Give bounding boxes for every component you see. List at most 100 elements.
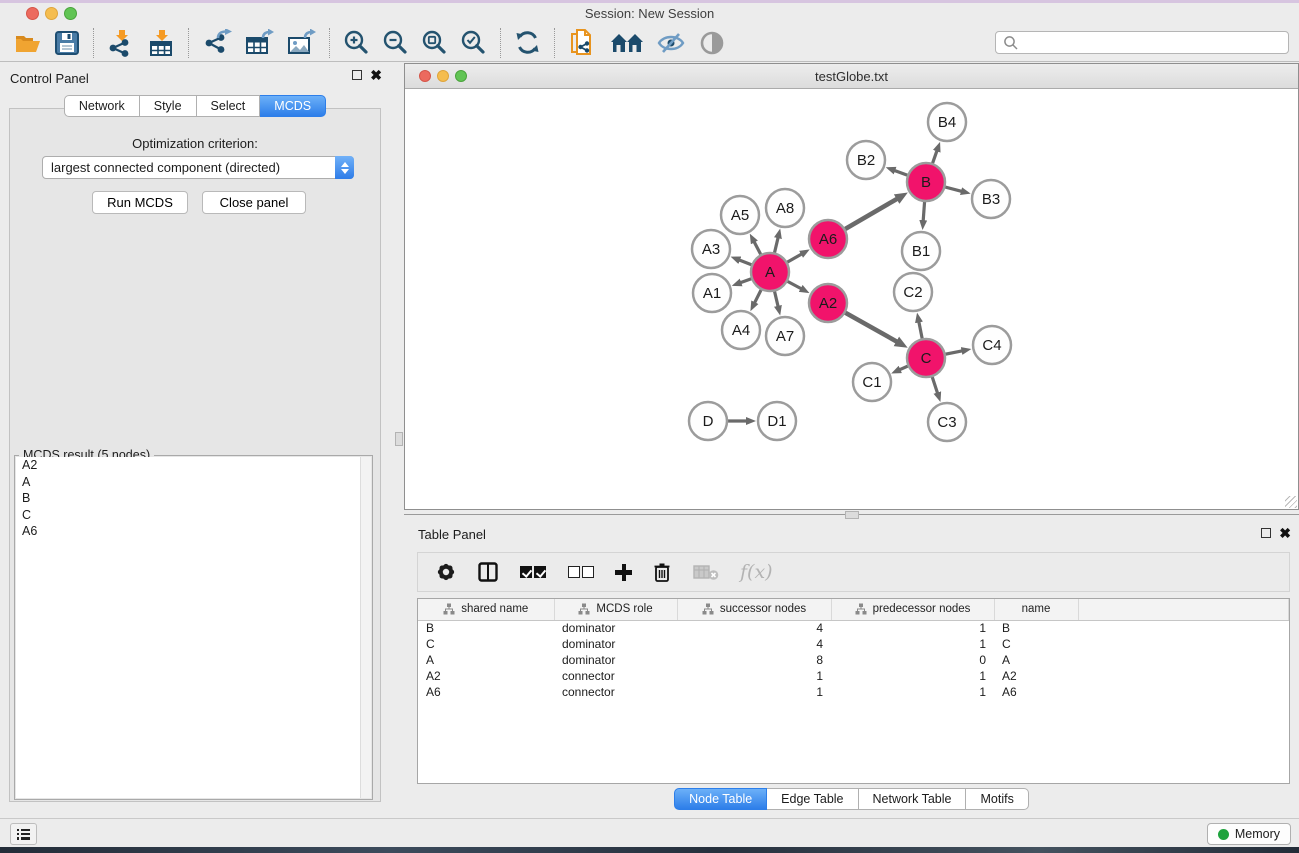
zoom-selected-button[interactable]: [454, 26, 493, 60]
tab-edge-table[interactable]: Edge Table: [767, 788, 858, 810]
clone-network-button[interactable]: [562, 26, 604, 60]
optimization-select[interactable]: largest connected component (directed): [42, 156, 354, 179]
table-cell[interactable]: 1: [831, 620, 994, 636]
graph-node-A7[interactable]: A7: [766, 317, 804, 355]
table-cell[interactable]: 8: [677, 652, 831, 668]
graph-node-B4[interactable]: B4: [928, 103, 966, 141]
show-column-button[interactable]: [472, 554, 504, 590]
search-input[interactable]: [1019, 33, 1288, 52]
table-cell[interactable]: B: [994, 620, 1078, 636]
window-resize-grip[interactable]: [1285, 496, 1297, 508]
run-mcds-button[interactable]: Run MCDS: [92, 191, 188, 214]
table-cell[interactable]: connector: [554, 684, 677, 700]
graph-node-A3[interactable]: A3: [692, 230, 730, 268]
table-row[interactable]: A6connector11A6: [418, 684, 1289, 700]
select-all-columns-button[interactable]: [514, 554, 552, 590]
mcds-result-item[interactable]: B: [16, 490, 371, 507]
open-session-button[interactable]: [8, 26, 48, 60]
close-panel-icon[interactable]: ✖: [370, 70, 382, 80]
table-cell[interactable]: A6: [994, 684, 1078, 700]
network-canvas[interactable]: B4B2BB3A8A5A6A3B1AC2A1A2A4A7C4CC1C3DD1: [405, 90, 1298, 509]
graph-node-A6[interactable]: A6: [809, 220, 847, 258]
graph-node-A4[interactable]: A4: [722, 311, 760, 349]
tab-style[interactable]: Style: [140, 95, 197, 117]
zoom-in-button[interactable]: [337, 26, 376, 60]
delete-table-button[interactable]: [687, 554, 725, 590]
float-table-panel-icon[interactable]: [1261, 528, 1271, 538]
table-cell[interactable]: connector: [554, 668, 677, 684]
home-view-button[interactable]: [604, 26, 650, 60]
column-header-name[interactable]: name: [994, 599, 1078, 620]
delete-column-button[interactable]: [647, 554, 677, 590]
table-cell[interactable]: dominator: [554, 620, 677, 636]
refresh-button[interactable]: [508, 26, 547, 60]
table-cell[interactable]: 1: [677, 684, 831, 700]
table-row[interactable]: Adominator80A: [418, 652, 1289, 668]
table-cell[interactable]: 1: [831, 636, 994, 652]
table-cell[interactable]: 0: [831, 652, 994, 668]
result-scrollbar[interactable]: [360, 457, 371, 798]
graph-node-C2[interactable]: C2: [894, 273, 932, 311]
table-cell[interactable]: 1: [831, 684, 994, 700]
tab-motifs[interactable]: Motifs: [966, 788, 1028, 810]
tab-network[interactable]: Network: [64, 95, 140, 117]
table-cell[interactable]: 4: [677, 620, 831, 636]
column-header-shared-name[interactable]: shared name: [418, 599, 554, 620]
vertical-split-grip[interactable]: [395, 432, 403, 446]
column-header-predecessor-nodes[interactable]: predecessor nodes: [831, 599, 994, 620]
table-cell[interactable]: 4: [677, 636, 831, 652]
table-cell[interactable]: A2: [418, 668, 554, 684]
table-cell[interactable]: C: [994, 636, 1078, 652]
table-cell[interactable]: [1078, 684, 1289, 700]
column-header-mcds-role[interactable]: MCDS role: [554, 599, 677, 620]
hide-graphics-button[interactable]: [650, 26, 692, 60]
table-cell[interactable]: B: [418, 620, 554, 636]
table-cell[interactable]: [1078, 620, 1289, 636]
show-panels-button[interactable]: [10, 823, 37, 845]
table-row[interactable]: A2connector11A2: [418, 668, 1289, 684]
unselect-all-columns-button[interactable]: [562, 554, 600, 590]
mcds-result-item[interactable]: A2: [16, 457, 371, 474]
save-session-button[interactable]: [48, 26, 86, 60]
close-table-panel-icon[interactable]: ✖: [1279, 528, 1291, 538]
tab-mcds[interactable]: MCDS: [260, 95, 326, 117]
graph-node-D1[interactable]: D1: [758, 402, 796, 440]
tab-node-table[interactable]: Node Table: [674, 788, 767, 810]
table-row[interactable]: Bdominator41B: [418, 620, 1289, 636]
table-cell[interactable]: [1078, 668, 1289, 684]
close-panel-button[interactable]: Close panel: [202, 191, 306, 214]
float-panel-icon[interactable]: [352, 70, 362, 80]
table-cell[interactable]: A2: [994, 668, 1078, 684]
table-cell[interactable]: [1078, 636, 1289, 652]
table-cell[interactable]: dominator: [554, 652, 677, 668]
tab-network-table[interactable]: Network Table: [859, 788, 967, 810]
graph-node-C1[interactable]: C1: [853, 363, 891, 401]
table-cell[interactable]: A: [994, 652, 1078, 668]
mcds-result-item[interactable]: A: [16, 474, 371, 491]
graph-node-C[interactable]: C: [907, 339, 945, 377]
zoom-fit-button[interactable]: [415, 26, 454, 60]
horizontal-split-grip[interactable]: [845, 511, 859, 519]
table-cell[interactable]: dominator: [554, 636, 677, 652]
graph-node-C4[interactable]: C4: [973, 326, 1011, 364]
column-header-successor-nodes[interactable]: successor nodes: [677, 599, 831, 620]
graph-node-B3[interactable]: B3: [972, 180, 1010, 218]
table-cell[interactable]: 1: [831, 668, 994, 684]
mcds-result-item[interactable]: C: [16, 507, 371, 524]
mcds-result-item[interactable]: A6: [16, 523, 371, 540]
graph-node-B1[interactable]: B1: [902, 232, 940, 270]
table-cell[interactable]: A6: [418, 684, 554, 700]
show-graphics-button[interactable]: [692, 26, 732, 60]
graph-node-A5[interactable]: A5: [721, 196, 759, 234]
export-table-button[interactable]: [238, 26, 280, 60]
graph-node-A8[interactable]: A8: [766, 189, 804, 227]
tab-select[interactable]: Select: [197, 95, 261, 117]
export-network-button[interactable]: [196, 26, 238, 60]
function-builder-button[interactable]: f(x): [735, 554, 778, 590]
network-window-titlebar[interactable]: testGlobe.txt: [405, 64, 1298, 89]
table-settings-button[interactable]: [430, 554, 462, 590]
table-cell[interactable]: 1: [677, 668, 831, 684]
zoom-out-button[interactable]: [376, 26, 415, 60]
import-table-button[interactable]: [141, 26, 181, 60]
create-column-button[interactable]: [610, 554, 637, 590]
